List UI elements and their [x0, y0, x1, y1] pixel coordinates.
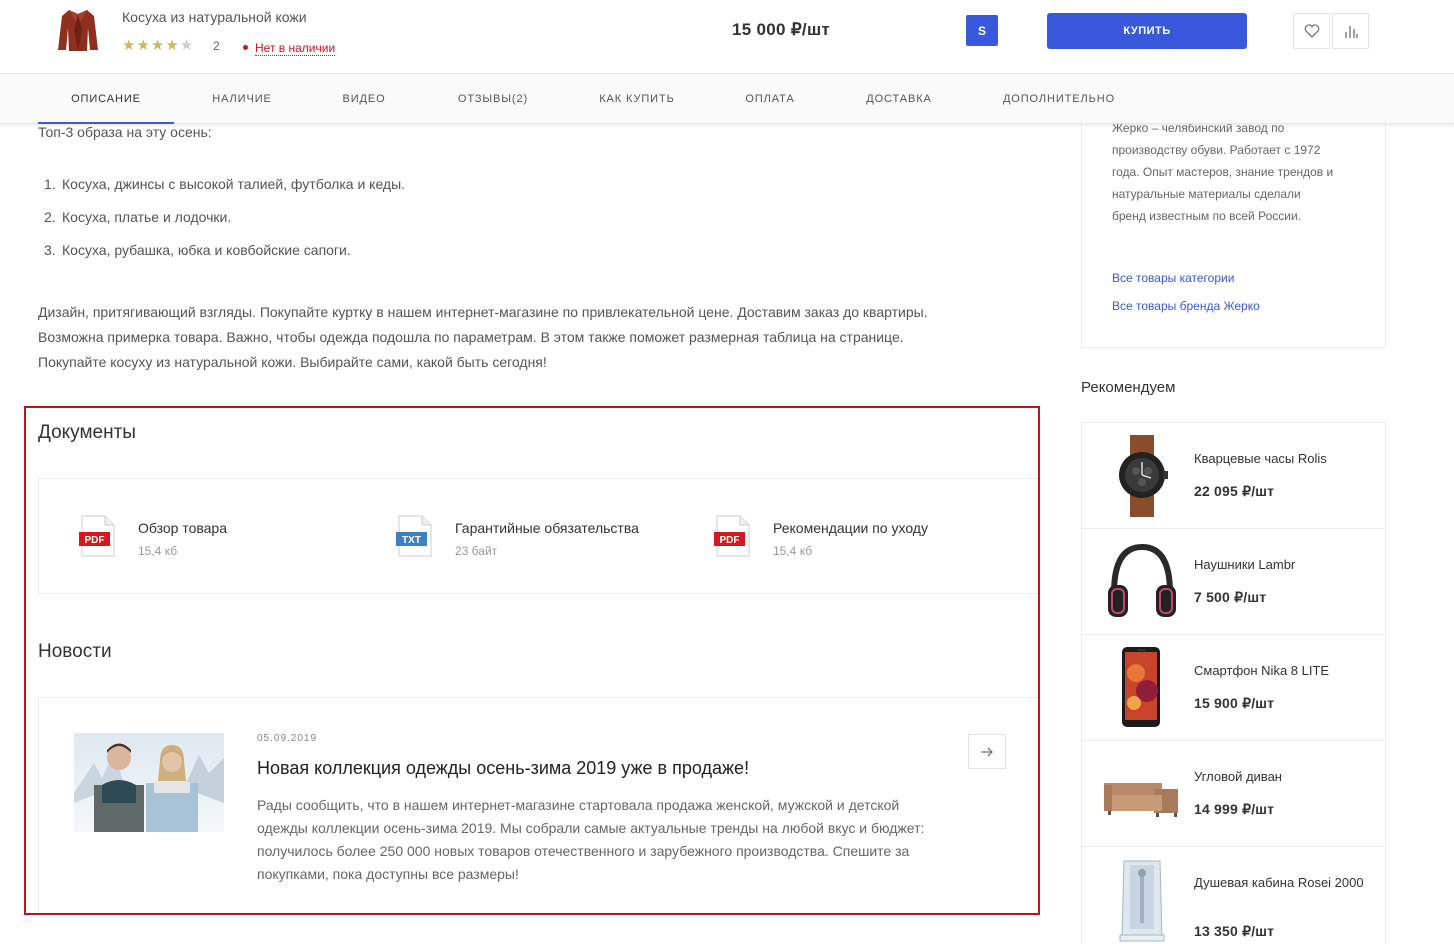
- brand-products-link[interactable]: Все товары бренда Жерко: [1112, 299, 1260, 313]
- tab-availability[interactable]: НАЛИЧИЕ: [196, 74, 288, 124]
- recommend-item[interactable]: Кварцевые часы Rolis 22 095 ₽/шт: [1082, 423, 1385, 529]
- list-item: 2. Косуха, платье и лодочки.: [44, 209, 232, 225]
- recommend-item[interactable]: Наушники Lambr 7 500 ₽/шт: [1082, 529, 1385, 635]
- star-icon: ★★★★: [122, 37, 180, 54]
- brand-description: Жерко – челябинский завод по производств…: [1112, 121, 1334, 223]
- tab-description[interactable]: ОПИСАНИЕ: [38, 74, 174, 124]
- documents-heading: Документы: [38, 422, 136, 443]
- shower-cabin-icon: [1119, 860, 1165, 942]
- list-item: 1. Косуха, джинсы с высокой талией, футбо…: [44, 176, 406, 192]
- smartphone-icon: [1122, 647, 1160, 727]
- pdf-file-icon: PDF: [79, 515, 115, 557]
- heart-icon: [1304, 24, 1319, 38]
- tab-delivery[interactable]: ДОСТАВКА: [854, 74, 944, 124]
- tab-how-to-buy[interactable]: КАК КУПИТЬ: [586, 74, 688, 124]
- sofa-icon: [1104, 783, 1178, 817]
- brand-card: Жерко – челябинский завод по производств…: [1081, 110, 1386, 348]
- tab-reviews[interactable]: ОТЗЫВЫ(2): [446, 74, 540, 124]
- tab-payment[interactable]: ОПЛАТА: [734, 74, 806, 124]
- documents-panel: PDF Обзор товара 15,4 кб TXT Гарантийные…: [38, 478, 1038, 594]
- recommend-item[interactable]: Смартфон Nika 8 LITE 15 900 ₽/шт: [1082, 635, 1385, 741]
- size-selector[interactable]: S: [966, 15, 998, 46]
- compare-button[interactable]: [1332, 13, 1369, 49]
- category-products-link[interactable]: Все товары категории: [1112, 271, 1234, 285]
- product-title: Косуха из натуральной кожи: [122, 9, 307, 25]
- news-card: 05.09.2019 Новая коллекция одежды осень-…: [38, 697, 1038, 912]
- rating-count[interactable]: 2: [213, 39, 220, 53]
- product-sticky-header: Косуха из натуральной кожи ★★★★★ 2 Нет в…: [0, 0, 1454, 74]
- watch-icon: [1119, 435, 1168, 517]
- tab-additional[interactable]: ДОПОЛНИТЕЛЬНО: [992, 74, 1126, 124]
- svg-text:PDF: PDF: [85, 535, 105, 546]
- description-intro: Топ-3 образа на эту осень:: [38, 124, 212, 140]
- recommend-item[interactable]: Душевая кабина Rosei 2000 13 350 ₽/шт: [1082, 847, 1385, 944]
- news-heading: Новости: [38, 641, 112, 662]
- headphones-icon: [1108, 543, 1176, 617]
- wishlist-button[interactable]: [1293, 13, 1330, 49]
- pdf-file-icon: PDF: [714, 515, 750, 557]
- buy-button[interactable]: КУПИТЬ: [1047, 13, 1247, 49]
- svg-text:PDF: PDF: [720, 535, 740, 546]
- rating-stars: ★★★★★: [122, 36, 194, 54]
- product-price: 15 000 ₽/шт: [732, 20, 831, 39]
- list-item: 3. Косуха, рубашка, юбка и ковбойские сап…: [44, 242, 351, 258]
- tab-video[interactable]: ВИДЕО: [328, 74, 400, 124]
- recommend-list: Кварцевые часы Rolis 22 095 ₽/шт Наушник…: [1081, 422, 1386, 944]
- news-preview: Рады сообщить, что в нашем интернет-мага…: [257, 797, 925, 882]
- product-tabs: ОПИСАНИЕ НАЛИЧИЕ ВИДЕО ОТЗЫВЫ(2) КАК КУП…: [0, 74, 1454, 124]
- recommend-heading: Рекомендуем: [1081, 379, 1176, 396]
- svg-text:TXT: TXT: [402, 535, 421, 546]
- news-date: 05.09.2019: [257, 733, 318, 744]
- description-paragraph: Дизайн, притягивающий взгляды. Покупайте…: [38, 304, 928, 370]
- stock-status[interactable]: Нет в наличии: [243, 41, 336, 56]
- news-title[interactable]: Новая коллекция одежды осень-зима 2019 у…: [257, 758, 749, 779]
- news-next-button[interactable]: [968, 734, 1006, 769]
- bar-chart-icon: [1344, 26, 1358, 38]
- news-image[interactable]: [74, 733, 224, 832]
- status-dot-icon: [243, 45, 248, 50]
- recommend-item[interactable]: Угловой диван 14 999 ₽/шт: [1082, 741, 1385, 847]
- arrow-right-icon: [981, 747, 993, 756]
- star-empty-icon: ★: [179, 37, 195, 54]
- txt-file-icon: TXT: [396, 515, 432, 557]
- product-thumbnail[interactable]: [54, 4, 102, 54]
